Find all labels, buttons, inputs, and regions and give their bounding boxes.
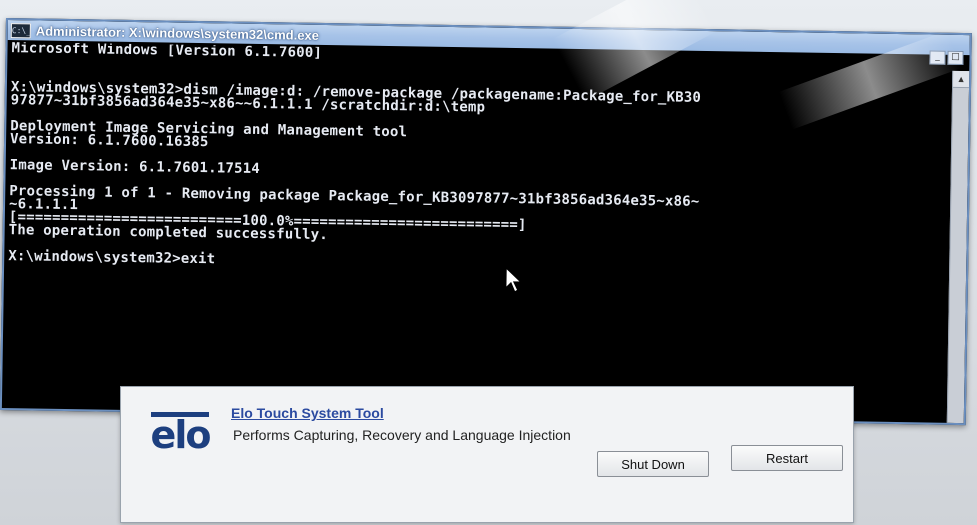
elo-logo-text: elo — [150, 412, 211, 457]
shut-down-button[interactable]: Shut Down — [597, 451, 709, 477]
scroll-up-arrow-icon[interactable]: ▲ — [953, 70, 970, 89]
cmd-window[interactable]: C:\_ Administrator: X:\windows\system32\… — [0, 18, 972, 426]
elo-tool-title[interactable]: Elo Touch System Tool — [231, 405, 384, 421]
shut-down-label: Shut Down — [621, 456, 685, 472]
restart-button[interactable]: Restart — [731, 445, 843, 471]
maximize-button[interactable]: □ — [947, 50, 964, 66]
window-title: Administrator: X:\windows\system32\cmd.e… — [35, 22, 320, 43]
console-icon[interactable]: C:\_ — [10, 22, 31, 38]
vertical-scrollbar[interactable]: ▲ — [946, 70, 970, 424]
elo-tool-dialog: elo Elo Touch System Tool Performs Captu… — [120, 386, 854, 523]
elo-tool-description: Performs Capturing, Recovery and Languag… — [233, 427, 571, 443]
elo-logo-icon: elo — [150, 412, 211, 454]
restart-label: Restart — [766, 450, 808, 466]
mouse-pointer-icon — [505, 266, 523, 293]
console-output[interactable]: Microsoft Windows [Version 6.1.7600] X:\w… — [6, 42, 950, 419]
